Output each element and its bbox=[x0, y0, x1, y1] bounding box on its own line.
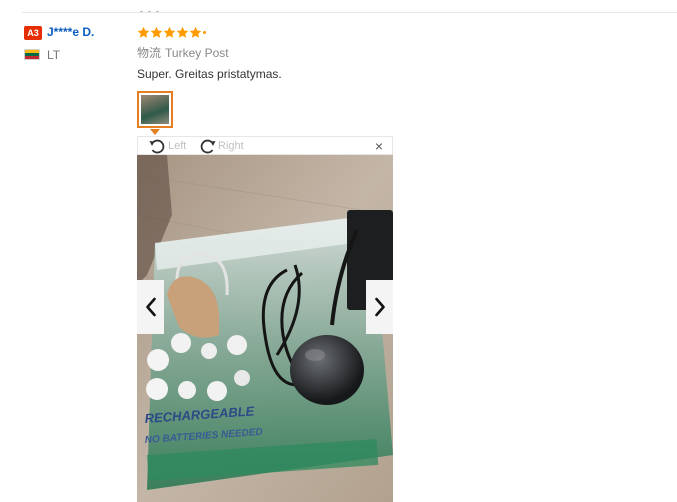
close-icon[interactable]: × bbox=[375, 138, 383, 154]
review-divider bbox=[22, 12, 677, 13]
lithuania-flag-icon bbox=[24, 49, 40, 60]
rotate-right-button[interactable]: Right bbox=[198, 138, 244, 154]
star-tail-dot bbox=[203, 30, 206, 34]
star-icon bbox=[189, 26, 202, 38]
star-rating bbox=[137, 24, 206, 40]
rotate-right-label: Right bbox=[218, 140, 244, 152]
shipping-label: 物流 bbox=[137, 46, 162, 60]
next-photo-button[interactable] bbox=[366, 280, 393, 334]
rotate-left-button[interactable]: Left bbox=[148, 138, 186, 154]
star-icon bbox=[176, 26, 189, 38]
thumbnail-image bbox=[141, 95, 169, 124]
truncated-previous-review bbox=[140, 0, 180, 13]
rotate-left-label: Left bbox=[168, 140, 187, 152]
review-photo: RECHARGEABLE NO BATTERIES NEEDED bbox=[137, 155, 393, 502]
shipping-info: 物流 Turkey Post bbox=[137, 44, 229, 61]
chevron-left-icon bbox=[145, 297, 156, 317]
star-icon bbox=[137, 26, 150, 38]
review-photo-image: RECHARGEABLE NO BATTERIES NEEDED bbox=[137, 155, 393, 502]
previous-photo-button[interactable] bbox=[137, 280, 164, 334]
star-icon bbox=[150, 26, 163, 38]
rotate-left-icon bbox=[149, 139, 165, 154]
viewer-toolbar: Left Right × bbox=[137, 136, 393, 155]
rotate-right-icon bbox=[200, 139, 216, 154]
star-icon bbox=[163, 26, 176, 38]
thumbnail-pointer bbox=[150, 129, 160, 135]
chevron-right-icon bbox=[374, 297, 385, 317]
reviewer-name[interactable]: J****e D. bbox=[47, 25, 94, 39]
buyer-level-badge: A3 bbox=[24, 26, 42, 40]
review-text: Super. Greitas pristatymas. bbox=[137, 67, 282, 81]
shipping-method: Turkey Post bbox=[165, 46, 229, 60]
reviewer-country: LT bbox=[47, 48, 61, 62]
photo-viewer: Left Right × RECHARGEABLE NO BATTERIES N… bbox=[137, 136, 393, 502]
review-photo-thumbnail[interactable] bbox=[137, 91, 173, 128]
